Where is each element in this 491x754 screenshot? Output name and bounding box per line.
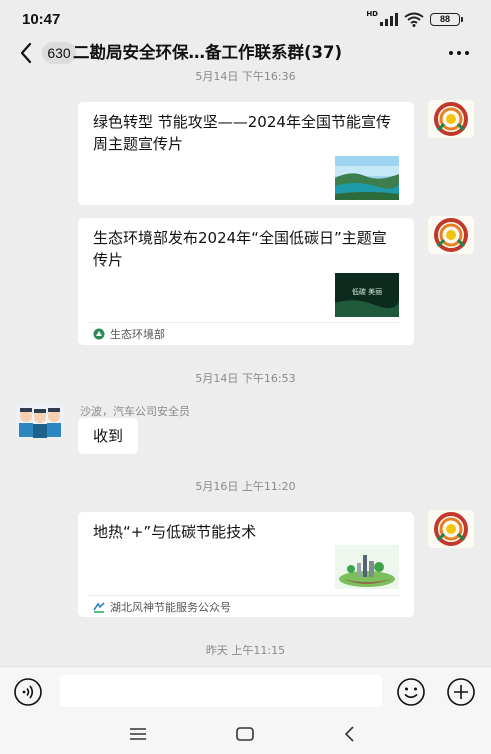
battery-level: 88 (430, 12, 460, 26)
link-card-source-label: 生态环境部 (110, 328, 165, 341)
back-icon[interactable] (16, 40, 38, 66)
add-attachment-icon[interactable] (446, 677, 476, 707)
wifi-icon (404, 12, 424, 27)
signal-icon (380, 12, 398, 26)
message-timestamp: 5月14日 下午16:36 (195, 70, 296, 83)
voice-input-icon[interactable] (13, 677, 43, 707)
thumbnail-caption: 低碳 美丽 (352, 287, 382, 296)
message-timestamp: 5月14日 下午16:53 (195, 372, 296, 385)
link-card-source: 湖北风神节能服务公众号 (93, 599, 231, 615)
sender-name: 沙波，汽车公司安全员 (80, 405, 190, 418)
emoji-icon[interactable] (396, 677, 426, 707)
link-card-title: 绿色转型 节能攻坚——2024年全国节能宣传周主题宣传片 (93, 113, 391, 153)
link-card-thumbnail (335, 156, 399, 200)
link-card-source-label: 湖北风神节能服务公众号 (110, 601, 231, 614)
link-card-message[interactable]: 生态环境部发布2024年“全国低碳日”主题宣传片 低碳 美丽 生态环境部 (78, 218, 414, 345)
chat-title: 二勘局安全环保…备工作联系群(37) (73, 43, 343, 62)
status-time: 10:47 (22, 11, 61, 28)
self-avatar[interactable] (428, 216, 474, 254)
sender-avatar[interactable] (16, 404, 64, 438)
unread-count-badge[interactable]: 630 (42, 42, 76, 64)
network-type-label: HD (366, 10, 378, 18)
chat-messages[interactable]: 5月14日 下午16:36 绿色转型 节能攻坚——2024年全国节能宣传周主题宣… (0, 66, 491, 666)
self-avatar[interactable] (428, 510, 474, 548)
status-icons: HD 88 (366, 11, 463, 27)
home-icon[interactable] (235, 726, 255, 742)
link-card-message[interactable]: 绿色转型 节能攻坚——2024年全国节能宣传周主题宣传片 (78, 102, 414, 205)
link-card-title: 生态环境部发布2024年“全国低碳日”主题宣传片 (93, 229, 387, 269)
system-navigation-bar (0, 714, 491, 754)
link-card-divider (88, 322, 400, 323)
official-account-icon (93, 602, 105, 613)
message-input[interactable] (60, 675, 382, 707)
link-card-source: 生态环境部 (93, 326, 165, 342)
self-avatar[interactable] (428, 100, 474, 138)
message-timestamp: 昨天 上午11:15 (205, 644, 286, 657)
nav-back-icon[interactable] (342, 724, 358, 744)
link-card-thumbnail: 低碳 美丽 (335, 273, 399, 317)
link-card-thumbnail (335, 545, 399, 589)
battery-icon: 88 (430, 12, 463, 26)
status-bar: 10:47 HD 88 (0, 0, 491, 38)
text-message-bubble[interactable]: 收到 (78, 418, 139, 454)
recent-apps-icon[interactable] (128, 725, 148, 743)
input-bar (0, 666, 491, 714)
official-account-icon (93, 328, 105, 340)
message-timestamp: 5月16日 上午11:20 (195, 480, 296, 493)
more-options-icon[interactable] (449, 51, 469, 55)
link-card-title: 地热“+”与低碳节能技术 (93, 523, 257, 541)
link-card-message[interactable]: 地热“+”与低碳节能技术 湖北风神节能服务公众号 (78, 512, 414, 617)
link-card-divider (88, 595, 400, 596)
